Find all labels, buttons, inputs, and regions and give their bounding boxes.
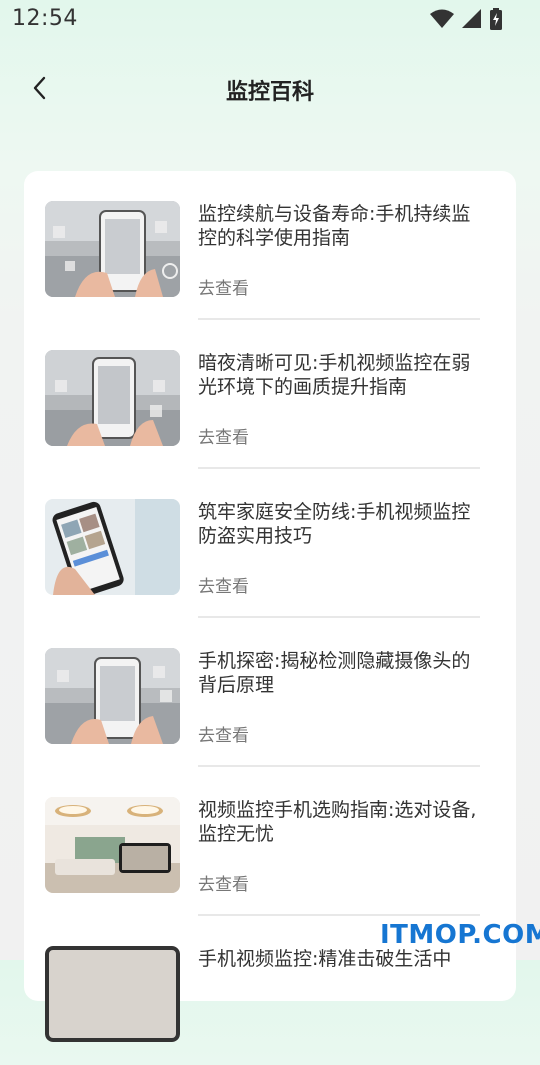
status-time: 12:54 (12, 6, 78, 31)
article-title: 暗夜清晰可见:手机视频监控在弱光环境下的画质提升指南 (198, 352, 471, 398)
article-title: 视频监控手机选购指南:选对设备,监控无忧 (198, 799, 477, 845)
article-item[interactable]: 暗夜清晰可见:手机视频监控在弱光环境下的画质提升指南 去查看 (45, 320, 495, 469)
article-item[interactable]: 筑牢家庭安全防线:手机视频监控防盗实用技巧 去查看 (45, 469, 495, 618)
article-title: 手机视频监控:精准击破生活中 (198, 948, 452, 970)
article-thumbnail (45, 499, 180, 595)
article-thumbnail (45, 648, 180, 744)
view-link[interactable]: 去查看 (198, 423, 249, 448)
view-link[interactable]: 去查看 (198, 721, 249, 746)
article-item[interactable]: 监控续航与设备寿命:手机持续监控的科学使用指南 去查看 (45, 171, 495, 320)
article-title: 监控续航与设备寿命:手机持续监控的科学使用指南 (198, 203, 471, 249)
article-thumbnail (45, 201, 180, 297)
article-title: 筑牢家庭安全防线:手机视频监控防盗实用技巧 (198, 501, 471, 547)
battery-charging-icon (490, 8, 502, 34)
view-link[interactable]: 去查看 (198, 572, 249, 597)
signal-icon (462, 9, 482, 33)
article-item[interactable]: 视频监控手机选购指南:选对设备,监控无忧 去查看 (45, 767, 495, 916)
article-thumbnail (45, 797, 180, 893)
page-title: 监控百科 (225, 80, 314, 105)
article-title: 手机探密:揭秘检测隐藏摄像头的背后原理 (198, 650, 471, 696)
view-link[interactable]: 去查看 (198, 274, 249, 299)
status-icons (430, 8, 502, 34)
article-thumbnail (45, 350, 180, 446)
nav-bar: 监控百科 (0, 60, 540, 120)
watermark: ITMOP.COM (380, 920, 540, 950)
view-link[interactable]: 去查看 (198, 870, 249, 895)
status-bar: 12:54 (0, 0, 540, 38)
wifi-icon (430, 9, 454, 33)
article-list-card: 监控续航与设备寿命:手机持续监控的科学使用指南 去查看 暗夜清晰可见:手机视频监… (24, 171, 516, 1042)
article-item[interactable]: 手机探密:揭秘检测隐藏摄像头的背后原理 去查看 (45, 618, 495, 767)
article-thumbnail (45, 946, 180, 1042)
